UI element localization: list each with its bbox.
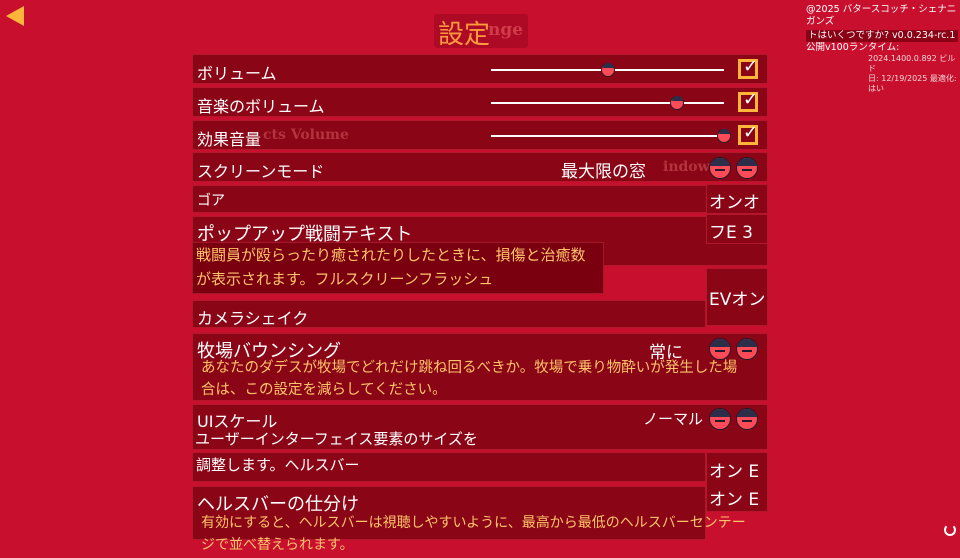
- healthbar-split-desc-line2: ジで並べ替えられます。: [201, 537, 354, 553]
- page-title-text: 設定: [438, 20, 491, 50]
- setting-row-ranch-bouncing: 牧場バウンシング 常に あなたのダデスが牧場でどれだけ跳ね回るべきか。牧場で乗り…: [192, 333, 768, 401]
- setting-row-healthbar-split: ヘルスバーの仕分け 有効にすると、ヘルスバーは視聴しやすいように、最高から最低の…: [192, 486, 746, 553]
- fullscreen-flash-toggle[interactable]: EVオン: [706, 268, 768, 326]
- credits-date: 日: 12/19/2025 最適化:: [868, 74, 957, 83]
- ui-scale-desc-line2: 調整します。ヘルスバー: [196, 456, 360, 474]
- effects-volume-slider[interactable]: [491, 135, 724, 137]
- healthbar-toggle[interactable]: オン E オン E: [706, 452, 768, 512]
- popup-text-desc-line1: 戦闘員が殴らったり癒されたりしたときに、損傷と治癒数: [196, 246, 586, 264]
- screen-mode-right-arrow-icon[interactable]: [736, 157, 758, 179]
- gore-value: オンオ: [709, 193, 760, 213]
- setting-row-healthbar: 調整します。ヘルスバー: [192, 452, 706, 482]
- music-volume-slider-knob[interactable]: [670, 96, 685, 110]
- ranch-bouncing-right-arrow-icon[interactable]: [736, 338, 758, 360]
- on-e-value-2: オン E: [709, 490, 760, 510]
- music-volume-label: 音楽のボリューム: [197, 97, 325, 116]
- effects-volume-label: 効果音量: [197, 130, 262, 149]
- setting-row-music-volume: 音楽のボリューム ✓: [192, 87, 768, 117]
- credits-build: 2024.1400.0.892 ビルド: [868, 54, 956, 73]
- setting-row-camera-shake: カメラシェイク: [192, 300, 706, 328]
- page-title: 設定 nge: [434, 14, 528, 50]
- popup-text-toggle[interactable]: フE 3: [706, 214, 768, 244]
- effects-volume-slider-knob[interactable]: [717, 129, 731, 143]
- music-volume-slider[interactable]: [491, 102, 724, 104]
- music-volume-checkbox-icon[interactable]: ✓: [738, 89, 758, 112]
- loading-spinner-icon: [944, 524, 956, 536]
- volume-checkbox-icon[interactable]: ✓: [738, 56, 758, 79]
- page-title-ghost: nge: [488, 20, 524, 40]
- on-e-value-1: オン E: [709, 462, 760, 482]
- ranch-bouncing-desc-line2: 合は、この設定を減らしてください。: [201, 382, 447, 398]
- setting-row-gore: ゴア: [192, 185, 768, 213]
- screen-mode-left-arrow-icon[interactable]: [709, 157, 731, 179]
- credits-copyright: @2025 バタースコッチ・シェナニガンズ: [806, 4, 957, 27]
- popup-text-desc-line2: が表示されます。フルスクリーンフラッシュ: [196, 270, 494, 288]
- screen-mode-label: スクリーンモード: [197, 162, 325, 181]
- setting-row-effects-volume: 効果音量 cts Volume ✓: [192, 120, 768, 150]
- ui-scale-left-arrow-icon[interactable]: [709, 408, 731, 430]
- popup-text-description: 戦闘員が殴らったり癒されたりしたときに、損傷と治癒数 が表示されます。フルスクリ…: [192, 242, 604, 294]
- credits-optimized: はい: [868, 84, 884, 93]
- back-arrow-icon[interactable]: [6, 6, 24, 26]
- ui-scale-value: ノーマル: [643, 410, 704, 428]
- credits-version: トはいくつですか? v0.0.234-rc.1: [806, 30, 958, 42]
- ui-scale-right-arrow-icon[interactable]: [736, 408, 758, 430]
- ev-on-value: EVオン: [709, 290, 766, 310]
- popup-text-value: フE 3: [709, 223, 753, 243]
- version-credits: @2025 バタースコッチ・シェナニガンズ トはいくつですか? v0.0.234…: [806, 4, 958, 94]
- gore-toggle[interactable]: オンオ: [706, 184, 768, 214]
- setting-row-screen-mode: スクリーンモード 最大限の窓 indow: [192, 152, 768, 182]
- gore-label: ゴア: [197, 193, 225, 209]
- effects-volume-checkbox-icon[interactable]: ✓: [738, 122, 758, 145]
- setting-row-volume: ボリューム ✓: [192, 54, 768, 84]
- camera-shake-label: カメラシェイク: [197, 309, 309, 328]
- volume-label: ボリューム: [197, 64, 277, 83]
- effects-volume-ghost: cts Volume: [263, 127, 349, 143]
- ui-scale-desc-line1: ユーザーインターフェイス要素のサイズを: [195, 430, 478, 448]
- credits-runtime: 公開v100ランタイム:: [806, 42, 900, 53]
- screen-mode-ghost: indow: [663, 159, 710, 175]
- screen-mode-value: 最大限の窓: [561, 162, 646, 182]
- volume-slider-knob[interactable]: [600, 63, 615, 77]
